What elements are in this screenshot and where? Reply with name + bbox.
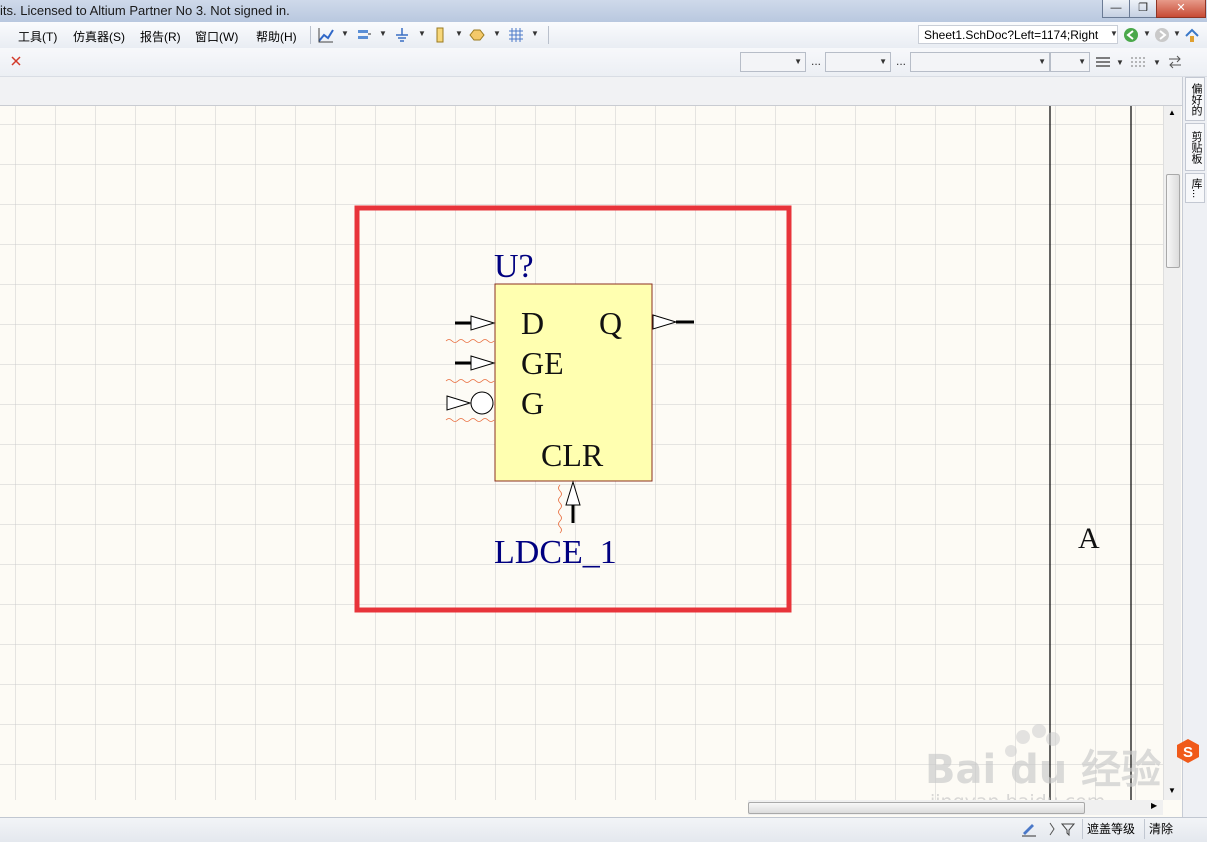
bus-tool-icon[interactable] — [356, 27, 372, 43]
schematic-drawing: A U? LDCE_1 D GE G Q CLR — [354, 106, 1132, 800]
scroll-down-icon[interactable]: ▼ — [1168, 786, 1176, 795]
maximize-button[interactable]: ❐ — [1129, 0, 1157, 18]
component-comment[interactable]: LDCE_1 — [494, 534, 617, 571]
line-style-icon[interactable] — [1131, 56, 1147, 68]
filter-combo-3[interactable]: ▼ — [910, 52, 1050, 72]
line-width-icon[interactable] — [1096, 56, 1110, 68]
vertical-scrollbar[interactable]: ▲ ▼ — [1163, 106, 1181, 800]
horizontal-scrollbar[interactable]: ▶ — [748, 800, 1163, 815]
forward-icon[interactable] — [1154, 27, 1170, 43]
vertical-scroll-thumb[interactable] — [1166, 174, 1180, 268]
edit-icon[interactable] — [1020, 820, 1038, 838]
document-address-field[interactable]: Sheet1.SchDoc?Left=1174;Right — [918, 25, 1118, 44]
scroll-right-icon[interactable]: ▶ — [1151, 801, 1157, 810]
home-icon[interactable] — [1184, 27, 1200, 43]
chevron-down-icon[interactable]: ▼ — [418, 29, 426, 38]
scroll-up-icon[interactable]: ▲ — [1168, 108, 1176, 117]
arrows-icon[interactable] — [1168, 55, 1182, 69]
pin-label-q: Q — [599, 305, 622, 341]
pin-label-ge: GE — [521, 345, 564, 381]
document-tab-strip — [0, 77, 1182, 106]
cross-probe-icon[interactable] — [10, 55, 22, 67]
menu-tools[interactable]: 工具(T) — [18, 28, 57, 45]
pin-ge[interactable] — [445, 355, 496, 383]
chevron-down-icon: ▼ — [1078, 57, 1086, 66]
pin-d[interactable] — [445, 315, 496, 343]
filter-combo-1[interactable]: ▼ — [740, 52, 806, 72]
address-text: Sheet1.SchDoc?Left=1174;Right — [924, 28, 1099, 42]
grid-icon[interactable] — [508, 27, 524, 43]
chevron-down-icon[interactable]: ▼ — [1116, 58, 1124, 67]
pin-g[interactable] — [445, 391, 495, 422]
chevron-down-icon[interactable]: ▼ — [1110, 29, 1118, 38]
pin-q[interactable] — [652, 314, 694, 330]
chevron-down-icon[interactable]: ▼ — [341, 29, 349, 38]
panel-tab-clipboard[interactable]: 剪贴板 — [1185, 123, 1205, 171]
menu-help[interactable]: 帮助(H) — [256, 28, 297, 45]
chevron-down-icon[interactable]: ▼ — [379, 29, 387, 38]
minimize-button[interactable]: — — [1102, 0, 1130, 18]
side-panel: 偏好的 剪贴板 库... S — [1177, 77, 1207, 817]
net-label-icon[interactable] — [469, 27, 485, 43]
window-title: its. Licensed to Altium Partner No 3. No… — [0, 3, 290, 18]
more-dots[interactable]: ... — [896, 54, 906, 68]
secondary-toolbar: ▼ ... ▼ ... ▼ ▼ ▼ ▼ — [0, 48, 1207, 77]
menu-reports[interactable]: 报告(R) — [140, 28, 181, 45]
close-icon: ✕ — [1176, 2, 1186, 14]
svg-text:S: S — [1183, 744, 1193, 761]
panel-tab-libraries[interactable]: 库... — [1185, 173, 1205, 203]
title-bar: its. Licensed to Altium Partner No 3. No… — [0, 0, 1207, 23]
chevron-down-icon[interactable]: ▼ — [493, 29, 501, 38]
toolbar-separator — [548, 26, 549, 44]
filter-combo-2[interactable]: ▼ — [825, 52, 891, 72]
menu-bar: 工具(T) 仿真器(S) 报告(R) 窗口(W) 帮助(H) ▼ ▼ ▼ ▼ ▼… — [0, 22, 1207, 49]
sogou-ime-icon[interactable]: S — [1174, 737, 1202, 765]
more-dots[interactable]: ... — [811, 54, 821, 68]
chevron-down-icon[interactable]: ▼ — [455, 29, 463, 38]
chevron-down-icon: ▼ — [879, 57, 887, 66]
chevron-down-icon[interactable]: ▼ — [1143, 29, 1151, 38]
zone-label: A — [1078, 522, 1100, 555]
close-button[interactable]: ✕ — [1156, 0, 1206, 18]
status-bar: 遮盖等级 清除 — [0, 817, 1207, 842]
chevron-down-icon: ▼ — [794, 57, 802, 66]
ground-power-icon[interactable] — [394, 27, 410, 43]
chevron-down-icon[interactable]: ▼ — [531, 29, 539, 38]
chevron-down-icon[interactable]: ▼ — [1173, 29, 1181, 38]
clear-button[interactable]: 清除 — [1144, 819, 1177, 839]
menu-window[interactable]: 窗口(W) — [195, 28, 238, 45]
back-icon[interactable] — [1123, 27, 1139, 43]
part-place-icon[interactable] — [432, 27, 448, 43]
toolbar-separator — [310, 26, 311, 44]
mask-level-button[interactable]: 遮盖等级 — [1082, 819, 1139, 839]
panel-tab-favorites[interactable]: 偏好的 — [1185, 77, 1205, 121]
schematic-canvas[interactable]: A U? LDCE_1 D GE G Q CLR Bai du 经验 — [0, 106, 1163, 800]
filter-icon[interactable] — [1046, 821, 1076, 837]
wire-tool-icon[interactable] — [318, 27, 334, 43]
minimize-icon: — — [1110, 2, 1122, 14]
pin-label-g: G — [521, 385, 544, 421]
horizontal-scroll-thumb[interactable] — [748, 802, 1085, 814]
filter-combo-4[interactable]: ▼ — [1050, 52, 1090, 72]
pin-clr[interactable] — [558, 480, 581, 534]
pin-label-d: D — [521, 305, 544, 341]
component-designator[interactable]: U? — [494, 248, 534, 285]
maximize-icon: ❐ — [1138, 2, 1148, 14]
pin-label-clr: CLR — [541, 437, 604, 473]
menu-simulator[interactable]: 仿真器(S) — [73, 28, 125, 45]
chevron-down-icon[interactable]: ▼ — [1153, 58, 1161, 67]
chevron-down-icon: ▼ — [1038, 57, 1046, 66]
